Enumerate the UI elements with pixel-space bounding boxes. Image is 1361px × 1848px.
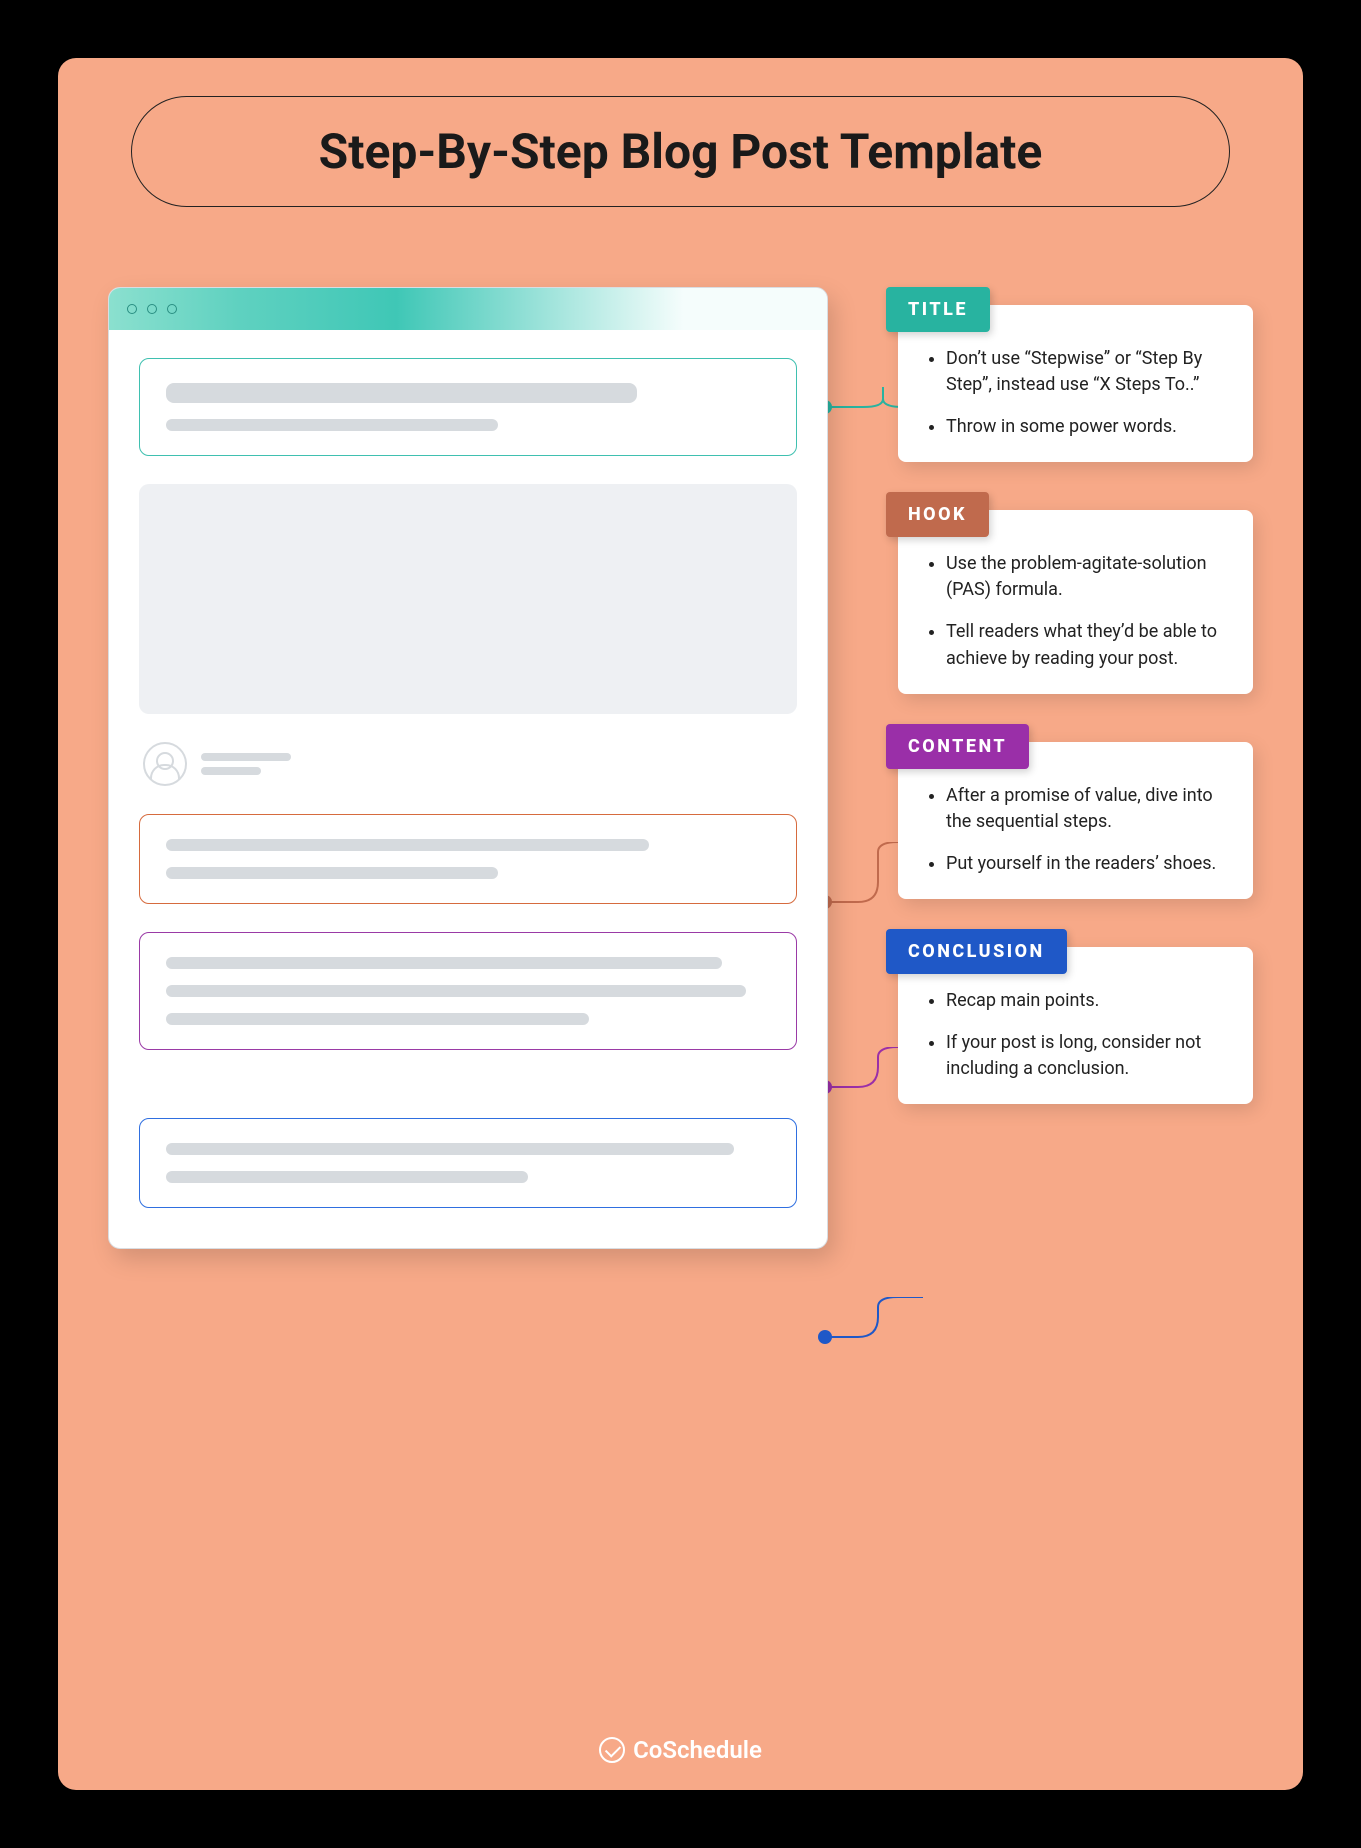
page-title: Step-By-Step Blog Post Template xyxy=(131,96,1230,207)
card-item: Put yourself in the readers’ shoes. xyxy=(946,851,1227,877)
window-dot-icon xyxy=(147,304,157,314)
window-dot-icon xyxy=(167,304,177,314)
conclusion-block xyxy=(139,1118,797,1208)
card-hook: HOOK Use the problem-agitate-solution (P… xyxy=(898,510,1253,693)
placeholder-line xyxy=(166,1013,589,1025)
placeholder-line xyxy=(166,957,722,969)
window-dot-icon xyxy=(127,304,137,314)
check-circle-icon xyxy=(599,1737,625,1763)
card-conclusion: CONCLUSION Recap main points. If your po… xyxy=(898,947,1253,1104)
card-title: TITLE Don’t use “Stepwise” or “Step By S… xyxy=(898,305,1253,462)
card-content: CONTENT After a promise of value, dive i… xyxy=(898,742,1253,899)
placeholder-line xyxy=(166,839,649,851)
card-label-conclusion: CONCLUSION xyxy=(886,929,1067,974)
placeholder-line xyxy=(201,753,291,761)
card-item: Recap main points. xyxy=(946,988,1227,1014)
diagram-body: TITLE Don’t use “Stepwise” or “Step By S… xyxy=(108,287,1253,1740)
placeholder-line xyxy=(166,1143,734,1155)
card-item: Throw in some power words. xyxy=(946,414,1227,440)
browser-chrome xyxy=(109,288,827,330)
author-row xyxy=(139,742,797,786)
footer-brand: CoSchedule xyxy=(58,1736,1303,1764)
placeholder-line xyxy=(166,867,498,879)
placeholder-line xyxy=(166,1171,528,1183)
card-label-title: TITLE xyxy=(886,287,990,332)
card-item: If your post is long, consider not inclu… xyxy=(946,1030,1227,1082)
card-item: Don’t use “Stepwise” or “Step By Step”, … xyxy=(946,346,1227,398)
brand-name: CoSchedule xyxy=(633,1736,762,1764)
placeholder-line xyxy=(166,985,746,997)
placeholder-line xyxy=(166,383,637,403)
avatar-icon xyxy=(143,742,187,786)
card-item: After a promise of value, dive into the … xyxy=(946,783,1227,835)
card-item: Use the problem-agitate-solution (PAS) f… xyxy=(946,551,1227,603)
placeholder-line xyxy=(201,767,261,775)
placeholder-line xyxy=(166,419,498,431)
browser-mockup xyxy=(108,287,828,1249)
hook-block xyxy=(139,814,797,904)
content-block xyxy=(139,932,797,1050)
connector-node-conclusion xyxy=(818,1330,832,1344)
feature-image-placeholder xyxy=(139,484,797,714)
title-block xyxy=(139,358,797,456)
card-label-hook: HOOK xyxy=(886,492,989,537)
card-label-content: CONTENT xyxy=(886,724,1029,769)
card-item: Tell readers what they’d be able to achi… xyxy=(946,619,1227,671)
